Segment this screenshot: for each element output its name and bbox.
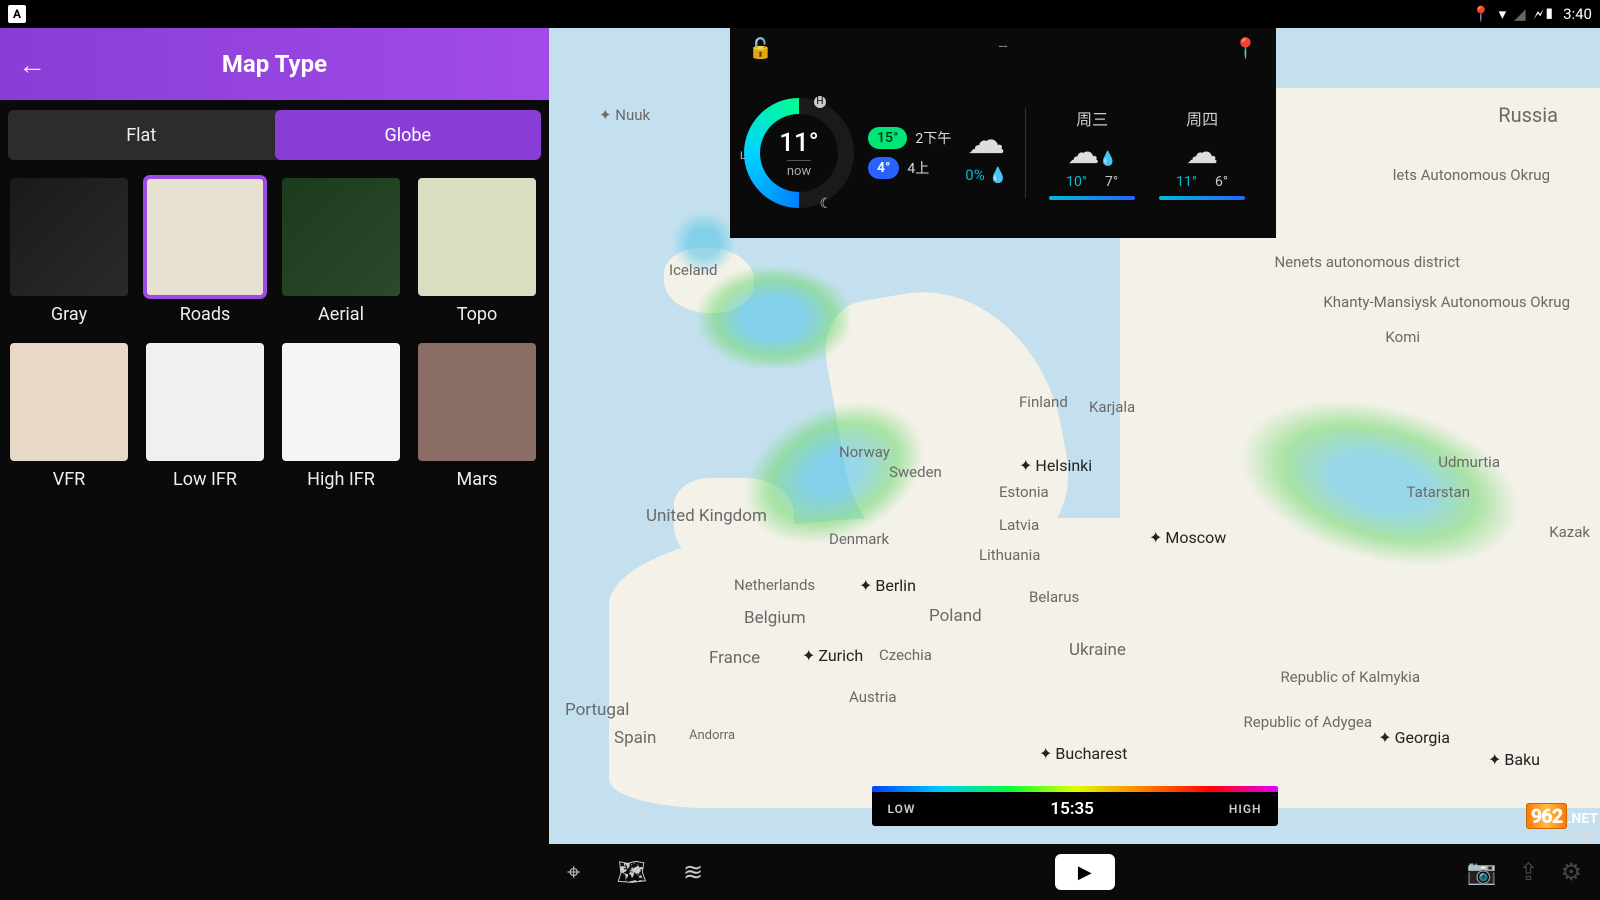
rain-icon: ☁︎💧 — [1067, 136, 1116, 168]
map-marker: Zurich — [802, 646, 863, 665]
panel-header: ← Map Type — [0, 28, 549, 100]
battery-icon: 🗲▮ — [1534, 5, 1555, 23]
tile-vfr[interactable]: VFR — [10, 343, 128, 490]
camera-icon[interactable]: 📷 — [1466, 858, 1496, 886]
radar-timeline[interactable]: LOW 15:35 HIGH — [872, 786, 1278, 826]
status-bar: A 📍 ▾ ◢ 🗲▮ 3:40 — [0, 0, 1600, 28]
tile-aerial[interactable]: Aerial — [282, 178, 400, 325]
clock: 3:40 — [1563, 5, 1592, 23]
timeline-time: 15:35 — [1050, 799, 1093, 819]
map-marker: Georgia — [1378, 728, 1450, 747]
divider — [1025, 108, 1026, 198]
map-marker: Bucharest — [1039, 744, 1127, 763]
projection-segmented: Flat Globe — [8, 110, 541, 160]
high-low: 15°2下午 4°4上 — [868, 127, 951, 179]
moon-icon: ☾ — [819, 196, 832, 212]
tile-gray[interactable]: Gray — [10, 178, 128, 325]
settings-icon[interactable]: ⚙ — [1560, 858, 1582, 886]
now-label: now — [787, 160, 811, 179]
lo-temp-badge: 4° — [868, 157, 899, 179]
map-style-grid: Gray Roads Aerial Topo VFR Low IFR High … — [0, 170, 549, 498]
legend-low: LOW — [888, 802, 916, 816]
signal-icon: ◢ — [1514, 5, 1526, 23]
map-marker: Moscow — [1149, 528, 1226, 547]
tile-mars[interactable]: Mars — [418, 343, 536, 490]
precip-now: ☁︎ 0% 💧 — [965, 122, 1007, 184]
locate-icon[interactable]: ⌖ — [567, 858, 581, 886]
temperature-gauge: 11° now ☾ L H — [744, 98, 854, 208]
panel-title: Map Type — [0, 50, 549, 78]
location-icon: 📍 — [1472, 5, 1491, 23]
lock-icon[interactable]: 🔓 — [748, 36, 773, 60]
map-icon[interactable]: 🗺 — [617, 858, 647, 886]
gauge-low-label: L — [740, 151, 745, 162]
legend-high: HIGH — [1229, 802, 1262, 816]
tile-roads[interactable]: Roads — [146, 178, 264, 325]
gauge-high-label: H — [814, 96, 826, 108]
map-type-panel: ← Map Type Flat Globe Gray Roads Aerial … — [0, 28, 549, 900]
map-marker: Berlin — [859, 576, 916, 595]
cloud-icon: ☁︎ — [1186, 136, 1218, 168]
weather-overlay: 🔓 -- 📍 11° now ☾ L H 15°2下午 4°4上 — [730, 28, 1276, 238]
hi-temp-badge: 15° — [868, 127, 907, 149]
forecast-day-1[interactable]: 周三 ☁︎💧 10°7° — [1044, 106, 1140, 200]
map-marker: Helsinki — [1019, 456, 1092, 475]
current-temp: 11° — [779, 128, 819, 158]
tile-low-ifr[interactable]: Low IFR — [146, 343, 264, 490]
site-watermark: 962.NET 乐游网 — [1526, 804, 1598, 844]
back-arrow-icon[interactable]: ← — [18, 48, 46, 81]
cloud-icon: ☁︎ — [967, 122, 1005, 160]
toolbar: ⌖ 🗺 ≋ ▶ 📷 ⇪ ⚙ — [549, 844, 1600, 900]
app-badge-icon: A — [8, 5, 26, 23]
location-title: -- — [999, 36, 1008, 60]
location-pin-icon[interactable]: 📍 — [1233, 36, 1258, 60]
segment-globe[interactable]: Globe — [275, 110, 542, 160]
layers-icon[interactable]: ≋ — [683, 858, 703, 886]
tile-high-ifr[interactable]: High IFR — [282, 343, 400, 490]
map-canvas[interactable]: ✦ Nuuk Iceland Russia lets Autonomous Ok… — [549, 28, 1600, 900]
tile-topo[interactable]: Topo — [418, 178, 536, 325]
drop-icon: 💧 — [988, 166, 1007, 184]
play-button[interactable]: ▶ — [1055, 854, 1115, 890]
segment-flat[interactable]: Flat — [8, 110, 275, 160]
share-icon[interactable]: ⇪ — [1518, 858, 1538, 886]
map-marker: Baku — [1488, 750, 1540, 769]
forecast-day-2[interactable]: 周四 ☁︎ 11°6° — [1154, 106, 1250, 200]
wifi-icon: ▾ — [1499, 5, 1507, 23]
